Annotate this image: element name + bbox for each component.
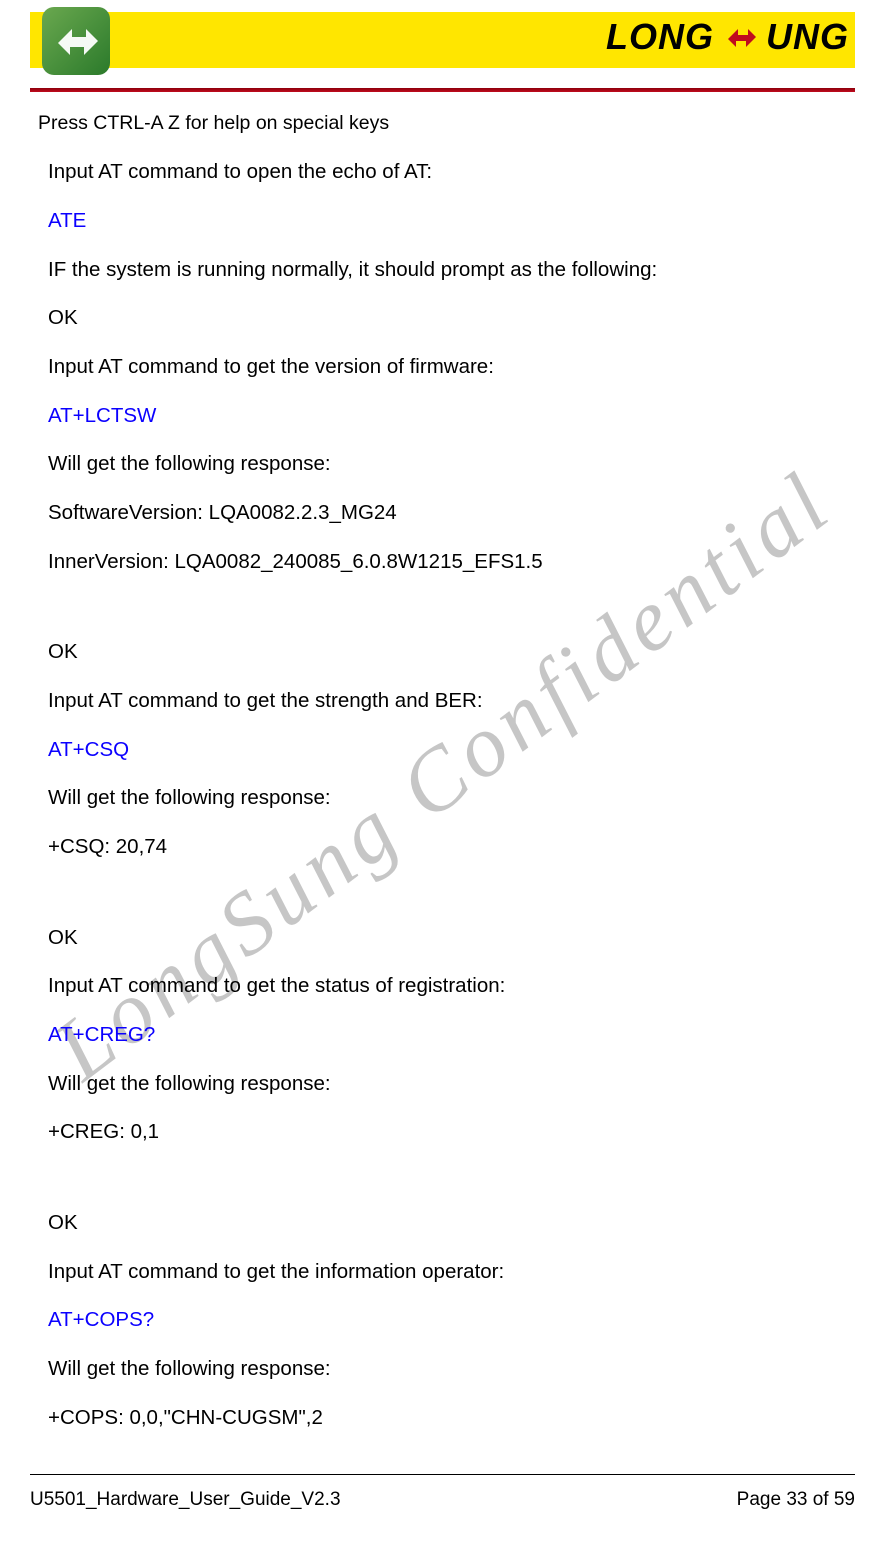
help-hint-text: Press CTRL-A Z for help on special keys (38, 110, 845, 136)
at-command: AT+LCTSW (48, 402, 845, 430)
brand-logo: LONG UNG (606, 16, 849, 58)
brand-text-left: LONG (606, 16, 714, 58)
footer-doc-name: U5501_Hardware_User_Guide_V2.3 (30, 1489, 341, 1511)
logo-left-icon (38, 3, 114, 79)
body-text: Will get the following response: (48, 784, 845, 812)
body-text: Input AT command to get the version of f… (48, 353, 845, 381)
response-ok: OK (48, 304, 845, 332)
footer-page-number: Page 33 of 59 (737, 1489, 855, 1511)
spacer (40, 882, 845, 924)
spacer (40, 596, 845, 638)
brand-text-right: UNG (766, 16, 849, 58)
body-text: Input AT command to get the status of re… (48, 972, 845, 1000)
spacer (40, 1167, 845, 1209)
response-ok: OK (48, 1209, 845, 1237)
brand-center-icon (720, 17, 760, 57)
body-text: Will get the following response: (48, 1070, 845, 1098)
body-text: IF the system is running normally, it sh… (48, 256, 845, 284)
body-text: Input AT command to get the strength and… (48, 687, 845, 715)
footer-divider (30, 1474, 855, 1476)
page-footer: U5501_Hardware_User_Guide_V2.3 Page 33 o… (30, 1474, 855, 1512)
body-text: Input AT command to get the information … (48, 1258, 845, 1286)
at-command: AT+COPS? (48, 1306, 845, 1334)
response-text: +CSQ: 20,74 (48, 833, 845, 861)
at-command: ATE (48, 207, 845, 235)
page-header: LONG UNG (30, 0, 855, 88)
document-content: Press CTRL-A Z for help on special keys … (0, 92, 885, 1431)
response-ok: OK (48, 924, 845, 952)
at-command: AT+CSQ (48, 736, 845, 764)
response-text: InnerVersion: LQA0082_240085_6.0.8W1215_… (48, 548, 845, 576)
body-text: Will get the following response: (48, 450, 845, 478)
at-command: AT+CREG? (48, 1021, 845, 1049)
response-text: +COPS: 0,0,"CHN-CUGSM",2 (48, 1404, 845, 1432)
response-ok: OK (48, 638, 845, 666)
response-text: +CREG: 0,1 (48, 1118, 845, 1146)
body-text: Will get the following response: (48, 1355, 845, 1383)
response-text: SoftwareVersion: LQA0082.2.3_MG24 (48, 499, 845, 527)
body-text: Input AT command to open the echo of AT: (48, 158, 845, 186)
